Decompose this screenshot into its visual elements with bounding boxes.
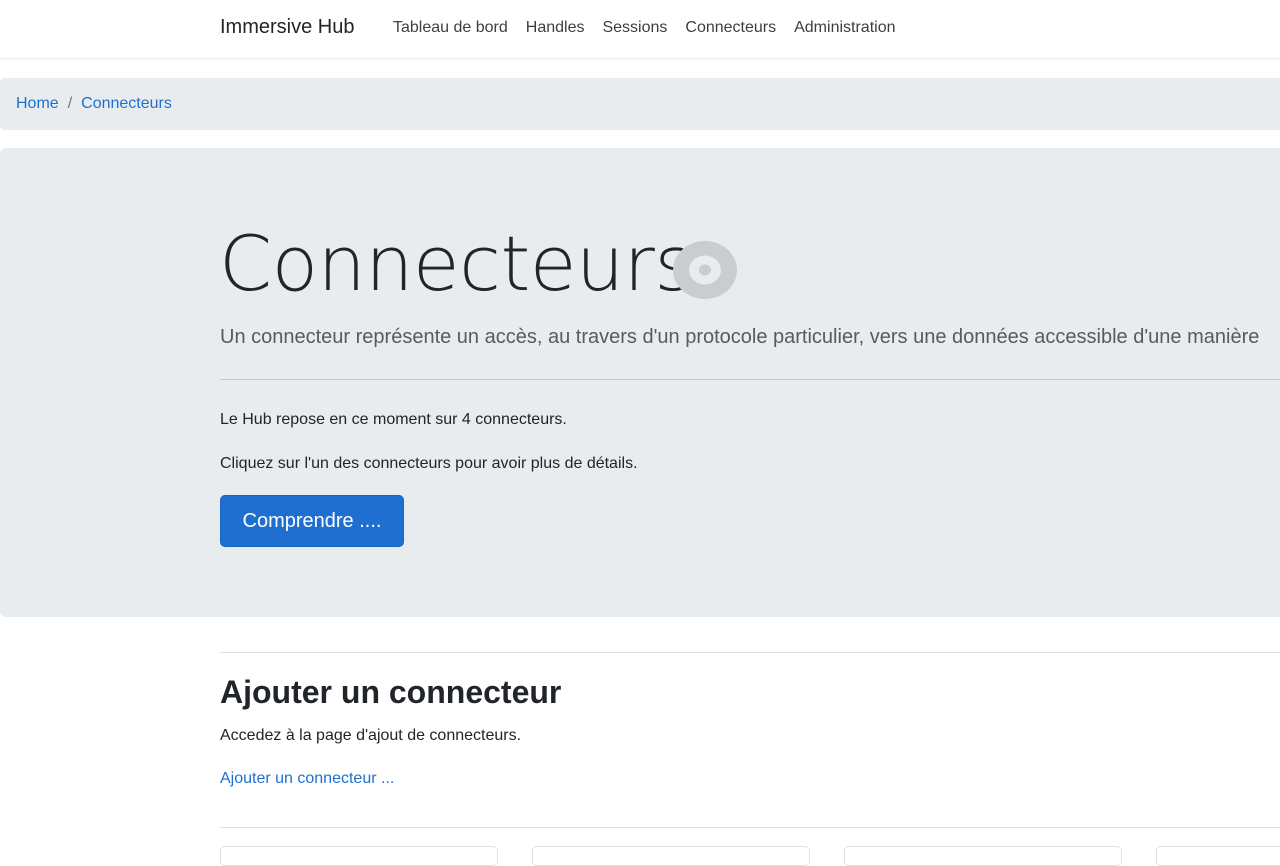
nav-link-tableau-de-bord[interactable]: Tableau de bord [393,19,508,37]
nav-links: Tableau de bord Handles Sessions Connect… [393,19,913,37]
lead-text: Un connecteur représente un accès, au tr… [220,326,1260,348]
divider [220,379,1280,380]
instruction-text: Cliquez sur l'un des connecteurs pour av… [220,455,638,472]
breadcrumb: Home / Connecteurs [0,78,1280,130]
section-divider [220,652,1280,653]
connector-count-text: Le Hub repose en ce moment sur 4 connect… [220,411,567,428]
nav-link-handles[interactable]: Handles [526,19,585,37]
navbar: Immersive Hub Tableau de bord Handles Se… [0,0,1280,59]
add-connector-link[interactable]: Ajouter un connecteur ... [220,770,394,788]
breadcrumb-separator: / [67,95,73,112]
target-icon [673,241,737,299]
section-divider-2 [220,827,1280,828]
breadcrumb-connecteurs-link[interactable]: Connecteurs [81,95,172,113]
connector-card[interactable] [1156,846,1280,866]
add-connector-heading: Ajouter un connecteur [220,674,562,710]
connector-card[interactable] [844,846,1122,866]
comprendre-button[interactable]: Comprendre .... [220,495,404,547]
breadcrumb-home-link[interactable]: Home [16,95,59,113]
jumbotron: Connecteurs Un connecteur représente un … [0,148,1280,617]
page-title: Connecteurs [219,219,694,308]
nav-link-sessions[interactable]: Sessions [602,19,667,37]
connector-card[interactable] [220,846,498,866]
nav-link-administration[interactable]: Administration [794,19,895,37]
connector-card[interactable] [532,846,810,866]
brand-link[interactable]: Immersive Hub [220,16,354,39]
nav-link-connecteurs[interactable]: Connecteurs [685,19,776,37]
add-connector-text: Accedez à la page d'ajout de connecteurs… [220,727,522,744]
